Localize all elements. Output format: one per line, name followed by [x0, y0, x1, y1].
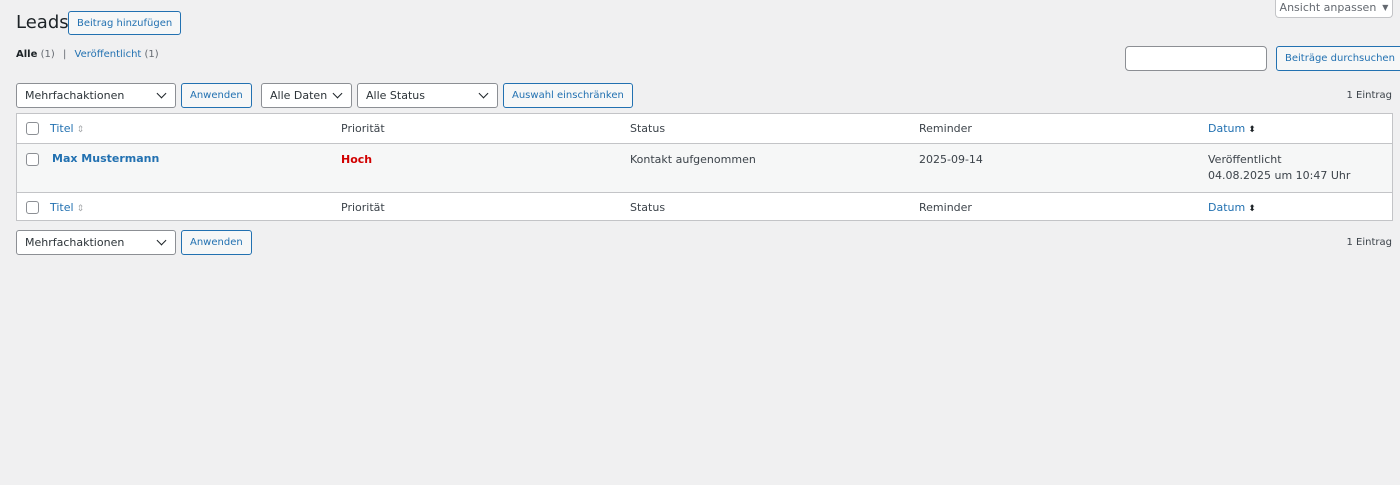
column-reminder: Reminder: [919, 122, 972, 135]
view-published-count: (1): [144, 49, 159, 60]
row-priority: Hoch: [341, 153, 373, 166]
status-filter-value: Alle Status: [366, 89, 425, 102]
column-date-label: Datum: [1208, 201, 1246, 214]
filter-button[interactable]: Auswahl einschränken: [503, 83, 633, 108]
row-status: Kontakt aufgenommen: [630, 153, 756, 166]
table-row: Max Mustermann Hoch Kontakt aufgenommen …: [17, 144, 1392, 192]
column-reminder-footer: Reminder: [919, 201, 972, 214]
view-filters: Alle (1) | Veröffentlicht (1): [16, 49, 159, 60]
bulk-action-select-top[interactable]: Mehrfachaktionen: [16, 83, 176, 108]
bulk-action-value: Mehrfachaktionen: [25, 236, 125, 249]
add-new-button[interactable]: Beitrag hinzufügen: [68, 11, 182, 35]
chevron-down-icon: [478, 88, 489, 99]
sort-desc-icon: ⬍: [1248, 125, 1256, 135]
column-title-sort-footer[interactable]: Titel ⇕: [50, 201, 84, 214]
column-date-sort-footer[interactable]: Datum ⬍: [1208, 201, 1256, 214]
search-button[interactable]: Beiträge durchsuchen: [1276, 46, 1400, 71]
bulk-action-select-bottom[interactable]: Mehrfachaktionen: [16, 230, 176, 255]
chevron-down-icon: [156, 235, 167, 246]
chevron-down-icon: [332, 88, 343, 99]
column-title-label: Titel: [50, 122, 74, 135]
column-status: Status: [630, 122, 666, 135]
column-priority-footer: Priorität: [341, 201, 385, 214]
row-checkbox[interactable]: [26, 153, 39, 166]
select-all-checkbox[interactable]: [26, 122, 39, 135]
column-priority: Priorität: [341, 122, 385, 135]
page-title: Leads: [16, 12, 69, 33]
row-date-status: Veröffentlicht: [1208, 153, 1282, 166]
column-date-sort[interactable]: Datum ⬍: [1208, 122, 1256, 135]
row-title-link[interactable]: Max Mustermann: [52, 152, 159, 165]
status-filter-select[interactable]: Alle Status: [357, 83, 498, 108]
column-title-sort[interactable]: Titel ⇕: [50, 122, 84, 135]
view-separator: |: [62, 49, 67, 60]
view-all-link[interactable]: Alle: [16, 49, 37, 60]
date-filter-select[interactable]: Alle Daten: [261, 83, 352, 108]
item-count-bottom: 1 Eintrag: [1346, 237, 1392, 248]
caret-down-icon: ▼: [1382, 3, 1389, 12]
column-date-label: Datum: [1208, 122, 1246, 135]
date-filter-value: Alle Daten: [270, 89, 328, 102]
bulk-action-value: Mehrfachaktionen: [25, 89, 125, 102]
search-input[interactable]: [1125, 46, 1267, 71]
sort-icon: ⇕: [76, 204, 85, 214]
screen-options-label: Ansicht anpassen: [1279, 1, 1377, 14]
view-all-count: (1): [40, 49, 55, 60]
view-published-link[interactable]: Veröffentlicht: [75, 49, 142, 60]
column-status-footer: Status: [630, 201, 666, 214]
column-title-label: Titel: [50, 201, 74, 214]
row-reminder: 2025-09-14: [919, 153, 983, 166]
sort-icon: ⇕: [76, 125, 85, 135]
screen-options-button[interactable]: Ansicht anpassen ▼: [1275, 0, 1393, 18]
chevron-down-icon: [156, 88, 167, 99]
item-count-top: 1 Eintrag: [1346, 90, 1392, 101]
posts-table: Titel ⇕ Priorität Status Reminder Datum ⬍ …: [16, 113, 1393, 221]
apply-button-bottom[interactable]: Anwenden: [181, 230, 252, 255]
row-date-value: 04.08.2025 um 10:47 Uhr: [1208, 169, 1351, 182]
sort-desc-icon: ⬍: [1248, 204, 1256, 214]
select-all-checkbox-footer[interactable]: [26, 201, 39, 214]
apply-button-top[interactable]: Anwenden: [181, 83, 252, 108]
table-header: Titel ⇕ Priorität Status Reminder Datum ⬍: [17, 114, 1392, 144]
table-footer: Titel ⇕ Priorität Status Reminder Datum ⬍: [17, 192, 1392, 222]
